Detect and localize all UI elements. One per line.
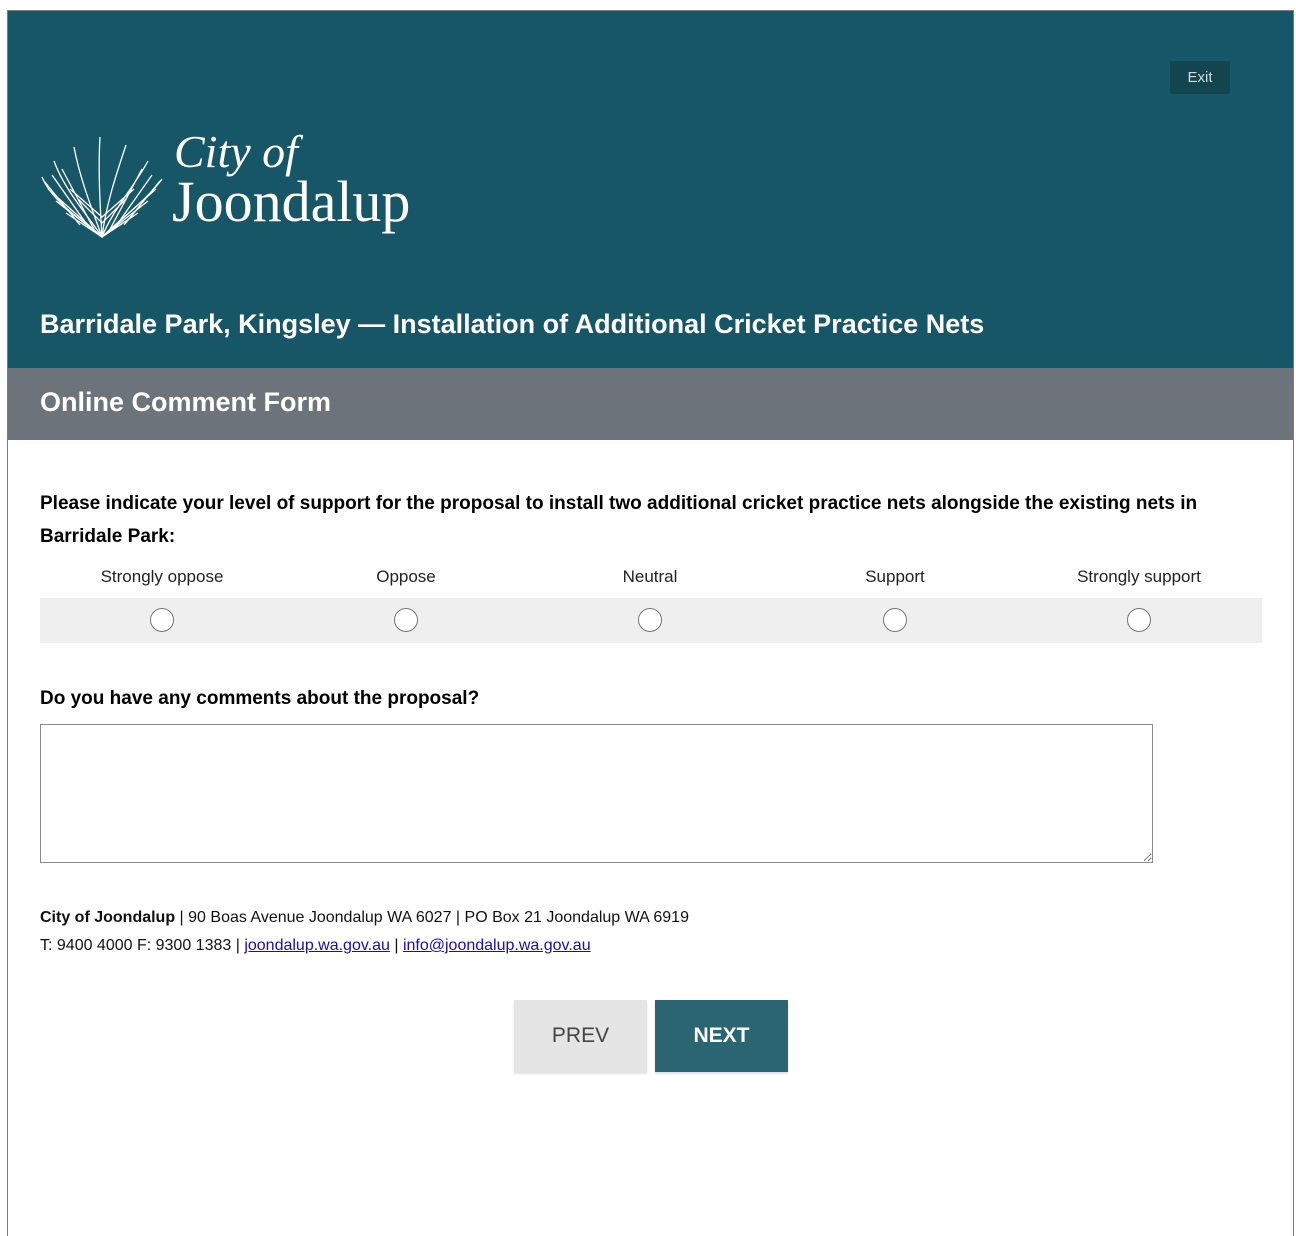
support-scale-radio-row xyxy=(40,598,1262,643)
question-comments: Do you have any comments about the propo… xyxy=(40,688,480,709)
comments-textarea[interactable] xyxy=(40,724,1153,863)
email-link[interactable]: info@joondalup.wa.gov.au xyxy=(403,937,591,954)
palm-frond-logo-icon xyxy=(41,136,163,238)
footer-line-contact: T: 9400 4000 F: 9300 1383 | joondalup.wa… xyxy=(40,932,689,960)
prev-button[interactable]: PREV xyxy=(514,1000,647,1072)
support-scale-labels: Strongly oppose Oppose Neutral Support S… xyxy=(40,567,1262,593)
radio-strongly-support[interactable] xyxy=(1127,608,1151,632)
footer-phone-fax: T: 9400 4000 F: 9300 1383 | xyxy=(40,937,245,954)
scale-label-support: Support xyxy=(865,567,925,586)
logo-text-joondalup: Joondalup xyxy=(172,169,411,234)
form-title: Online Comment Form xyxy=(40,387,332,417)
scale-label-strongly-oppose: Strongly oppose xyxy=(100,567,224,586)
radio-strongly-oppose[interactable] xyxy=(150,608,174,632)
question-support-level: Please indicate your level of support fo… xyxy=(40,493,1198,547)
site-header: Exit City of Joondalup Barridale Park, K… xyxy=(8,11,1293,368)
footer-separator: | xyxy=(389,937,403,954)
radio-support[interactable] xyxy=(883,608,907,632)
footer-line-address: City of Joondalup | 90 Boas Avenue Joond… xyxy=(40,904,689,932)
contact-footer: City of Joondalup | 90 Boas Avenue Joond… xyxy=(40,904,689,960)
city-logo: City of Joondalup xyxy=(40,129,460,244)
scale-label-oppose: Oppose xyxy=(376,567,436,586)
survey-page: Exit City of Joondalup Barridale Park, K… xyxy=(7,10,1294,1236)
radio-neutral[interactable] xyxy=(638,608,662,632)
scale-label-strongly-support: Strongly support xyxy=(1077,567,1201,586)
footer-org-name: City of Joondalup xyxy=(40,909,176,926)
scale-label-neutral: Neutral xyxy=(622,567,678,586)
radio-oppose[interactable] xyxy=(394,608,418,632)
exit-button[interactable]: Exit xyxy=(1170,61,1230,94)
page-title: Barridale Park, Kingsley — Installation … xyxy=(40,309,985,339)
next-button[interactable]: NEXT xyxy=(655,1000,788,1072)
website-link[interactable]: joondalup.wa.gov.au xyxy=(244,937,390,954)
footer-address: | 90 Boas Avenue Joondalup WA 6027 | PO … xyxy=(175,909,689,926)
